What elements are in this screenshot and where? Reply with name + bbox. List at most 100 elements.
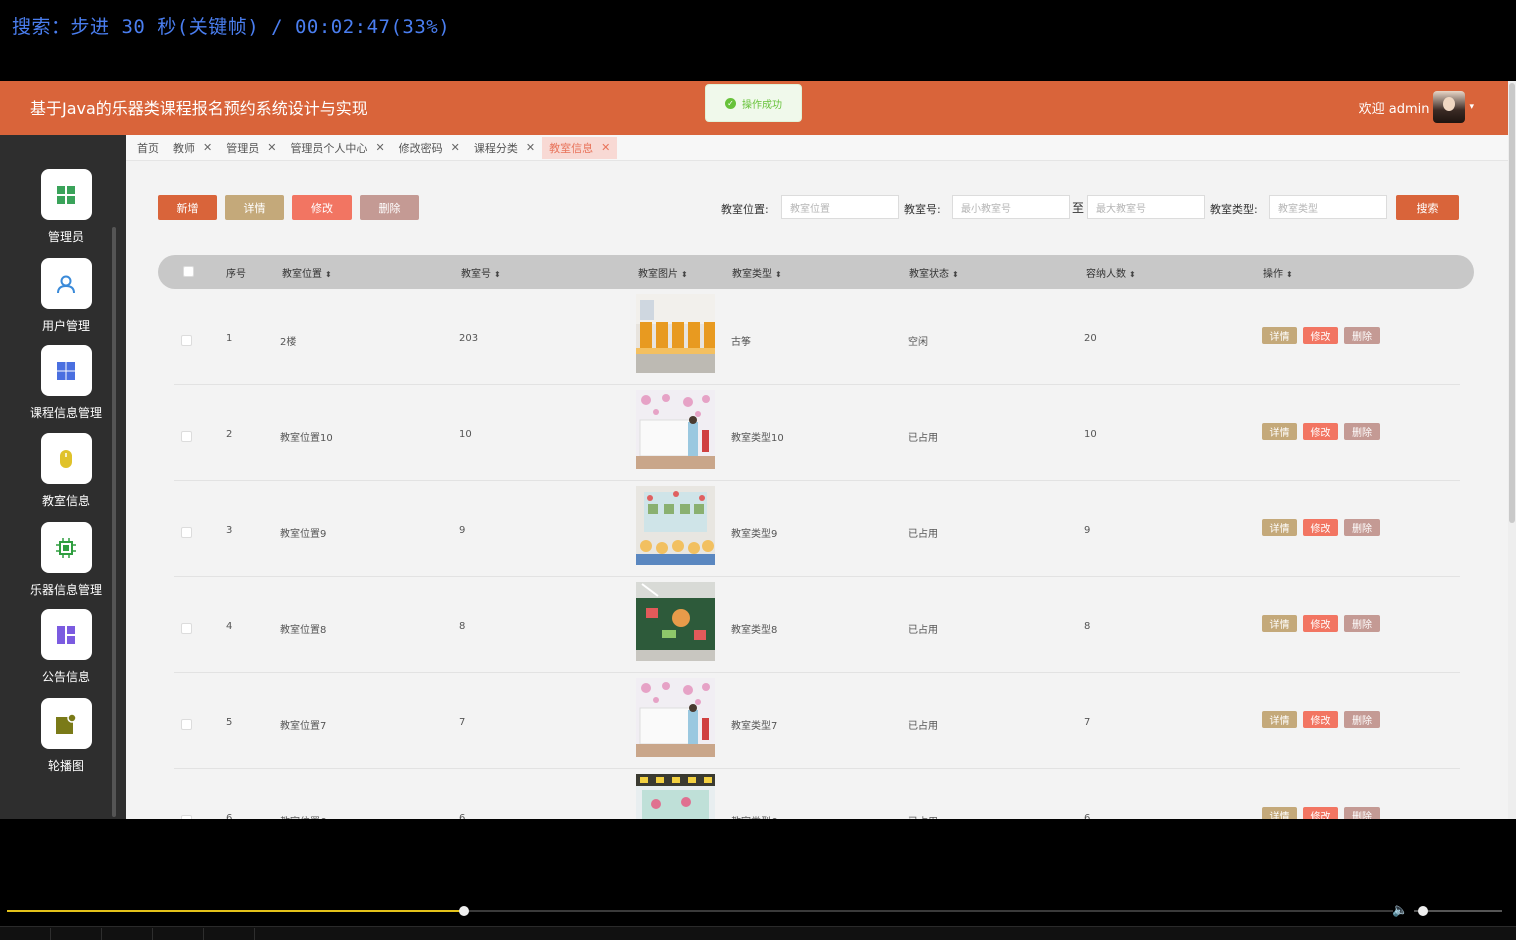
page-scrollbar[interactable] <box>1508 81 1516 819</box>
row-edit-button[interactable]: 修改 <box>1303 423 1338 440</box>
tab-admins[interactable]: 管理员 ✕ <box>219 137 283 159</box>
table-row[interactable]: 5 教室位置7 7 教室类型7 已占用 7 详情 修改 删除 <box>174 673 1460 769</box>
cell-number: 6 <box>459 813 466 819</box>
row-delete-button[interactable]: 删除 <box>1344 327 1380 344</box>
table-row[interactable]: 3 教室位置9 9 教室类型9 已占用 9 详情 修改 删除 <box>174 481 1460 577</box>
seek-handle[interactable] <box>459 906 470 916</box>
player-button[interactable] <box>51 928 102 940</box>
column-header[interactable]: 教室号 ⬍ <box>461 265 501 280</box>
tab-home[interactable]: 首页 <box>130 137 166 159</box>
player-button[interactable] <box>153 928 204 940</box>
sidebar-item-instruments[interactable]: 乐器信息管理 <box>30 522 102 598</box>
chevron-down-icon[interactable]: ▾ <box>1469 102 1474 112</box>
cell-status: 已占用 <box>908 721 938 732</box>
row-edit-button[interactable]: 修改 <box>1303 327 1338 344</box>
min-number-input[interactable]: 最小教室号 <box>952 195 1070 219</box>
sort-icon[interactable]: ⬍ <box>494 270 501 279</box>
classroom-photo[interactable] <box>636 678 715 757</box>
cell-no: 3 <box>226 525 233 536</box>
sidebar-item-classrooms[interactable]: 教室信息 <box>30 433 102 509</box>
tab-teachers[interactable]: 教师 ✕ <box>166 137 219 159</box>
sort-icon[interactable]: ⬍ <box>325 270 332 279</box>
row-delete-button[interactable]: 删除 <box>1344 519 1380 536</box>
classroom-photo[interactable] <box>636 486 715 565</box>
table-row[interactable]: 6 教室位置6 6 教室类型6 已占用 6 详情修改删除 <box>174 769 1460 819</box>
row-delete-button[interactable]: 删除 <box>1344 615 1380 632</box>
close-icon[interactable]: ✕ <box>203 141 212 154</box>
sort-icon[interactable]: ⬍ <box>775 270 782 279</box>
row-edit-button[interactable]: 修改 <box>1303 807 1338 819</box>
player-button[interactable] <box>204 928 255 940</box>
close-icon[interactable]: ✕ <box>267 141 276 154</box>
row-detail-button[interactable]: 详情 <box>1262 711 1297 728</box>
row-checkbox[interactable] <box>181 815 192 819</box>
player-button[interactable] <box>0 928 51 940</box>
sidebar-item-users[interactable]: 用户管理 <box>30 258 102 334</box>
select-all-checkbox[interactable] <box>183 266 194 277</box>
sidebar-item-announcements[interactable]: 公告信息 <box>30 609 102 685</box>
edit-button[interactable]: 修改 <box>292 195 352 220</box>
row-delete-button[interactable]: 删除 <box>1344 807 1380 819</box>
close-icon[interactable]: ✕ <box>375 141 384 154</box>
row-checkbox[interactable] <box>181 431 192 442</box>
sidebar-item-admin[interactable]: 管理员 <box>30 169 102 245</box>
column-header[interactable]: 教室状态 ⬍ <box>909 265 959 280</box>
volume-icon[interactable]: 🔈 <box>1392 903 1408 918</box>
row-delete-button[interactable]: 删除 <box>1344 423 1380 440</box>
table-row[interactable]: 4 教室位置8 8 教室类型8 已占用 8 详情 修改 删除 <box>174 577 1460 673</box>
row-checkbox[interactable] <box>181 719 192 730</box>
close-icon[interactable]: ✕ <box>526 141 535 154</box>
tab-admin-profile[interactable]: 管理员个人中心 ✕ <box>283 137 391 159</box>
table-row[interactable]: 2 教室位置10 10 教室类型10 已占用 10 详情 修改 删除 <box>174 385 1460 481</box>
column-header[interactable]: 教室类型 ⬍ <box>732 265 782 280</box>
close-icon[interactable]: ✕ <box>451 141 460 154</box>
sort-icon[interactable]: ⬍ <box>1286 270 1293 279</box>
classroom-photo[interactable] <box>636 582 715 661</box>
avatar[interactable] <box>1433 91 1466 123</box>
close-icon[interactable]: ✕ <box>601 141 610 154</box>
add-button[interactable]: 新增 <box>158 195 217 220</box>
column-header[interactable]: 容纳人数 ⬍ <box>1086 265 1136 280</box>
search-button[interactable]: 搜索 <box>1396 195 1459 220</box>
sidebar-item-label: 用户管理 <box>41 319 90 333</box>
sidebar-item-courses[interactable]: 课程信息管理 <box>30 345 102 421</box>
row-edit-button[interactable]: 修改 <box>1303 519 1338 536</box>
row-checkbox[interactable] <box>181 335 192 346</box>
seek-bar[interactable] <box>7 910 1393 912</box>
classroom-photo[interactable] <box>636 294 715 373</box>
sort-icon[interactable]: ⬍ <box>1129 270 1136 279</box>
sort-icon[interactable]: ⬍ <box>952 270 959 279</box>
sidebar-scrollbar[interactable] <box>112 227 116 817</box>
row-edit-button[interactable]: 修改 <box>1303 615 1338 632</box>
player-button-strip <box>0 926 1516 940</box>
sort-icon[interactable]: ⬍ <box>681 270 688 279</box>
classroom-photo[interactable] <box>636 390 715 469</box>
column-header[interactable]: 操作 ⬍ <box>1263 265 1293 280</box>
type-input[interactable]: 教室类型 <box>1269 195 1387 219</box>
tab-classroom-info[interactable]: 教室信息 ✕ <box>542 136 618 159</box>
row-checkbox[interactable] <box>181 527 192 538</box>
row-edit-button[interactable]: 修改 <box>1303 711 1338 728</box>
detail-button[interactable]: 详情 <box>225 195 284 220</box>
row-detail-button[interactable]: 详情 <box>1262 423 1297 440</box>
classroom-photo[interactable] <box>636 774 715 819</box>
sidebar-item-carousel[interactable]: 轮播图 <box>30 698 102 774</box>
user-menu[interactable]: 欢迎 admin ▾ <box>1359 91 1474 123</box>
row-detail-button[interactable]: 详情 <box>1262 615 1297 632</box>
tab-change-password[interactable]: 修改密码 ✕ <box>392 137 467 159</box>
column-header[interactable]: 教室位置 ⬍ <box>282 265 332 280</box>
tab-course-category[interactable]: 课程分类 ✕ <box>467 137 542 159</box>
row-detail-button[interactable]: 详情 <box>1262 807 1297 819</box>
volume-handle[interactable] <box>1417 906 1428 916</box>
row-detail-button[interactable]: 详情 <box>1262 327 1297 344</box>
row-delete-button[interactable]: 删除 <box>1344 711 1380 728</box>
player-button[interactable] <box>102 928 153 940</box>
max-number-input[interactable]: 最大教室号 <box>1087 195 1205 219</box>
row-detail-button[interactable]: 详情 <box>1262 519 1297 536</box>
delete-button[interactable]: 删除 <box>360 195 419 220</box>
table-header: 序号 教室位置 ⬍ 教室号 ⬍ 教室图片 ⬍ 教室类型 ⬍ 教室状态 ⬍ 容纳人数 ⬍ 操作… <box>158 255 1474 289</box>
column-header[interactable]: 教室图片 ⬍ <box>638 265 688 280</box>
row-checkbox[interactable] <box>181 623 192 634</box>
location-input[interactable]: 教室位置 <box>781 195 899 219</box>
table-row[interactable]: 1 2楼 203 古筝 空闲 20 详情 修改 删除 <box>174 289 1460 385</box>
